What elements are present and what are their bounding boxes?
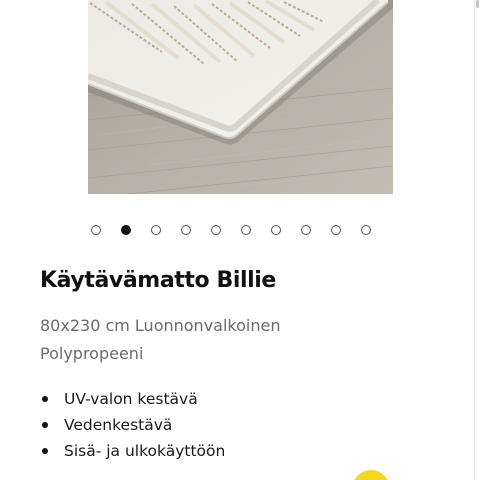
feature-label: Sisä- ja ulkokäyttöön	[64, 442, 226, 460]
feature-item: UV-valon kestävä	[40, 386, 225, 412]
gallery-dot[interactable]	[271, 225, 281, 235]
gallery-dot[interactable]	[181, 225, 191, 235]
bullet-icon	[42, 422, 48, 428]
gallery-dot[interactable]	[121, 225, 131, 235]
gallery-dot[interactable]	[91, 225, 101, 235]
feature-list: UV-valon kestävä Vedenkestävä Sisä- ja ulk…	[40, 386, 225, 464]
feature-item: Vedenkestävä	[40, 412, 225, 438]
feature-label: Vedenkestävä	[64, 416, 173, 434]
scrollbar-thumb[interactable]	[476, 0, 479, 8]
gallery-dot[interactable]	[211, 225, 221, 235]
gallery-dot[interactable]	[241, 225, 251, 235]
rug-photo	[88, 0, 393, 194]
product-image[interactable]	[88, 0, 393, 194]
feature-item: Sisä- ja ulkokäyttöön	[40, 438, 225, 464]
chat-button[interactable]	[352, 470, 390, 480]
product-subtitle: 80x230 cm Luonnonvalkoinen Polypropeeni	[40, 316, 281, 363]
gallery-dot[interactable]	[301, 225, 311, 235]
product-page: Käytävämatto Billie 80x230 cm Luonnonval…	[0, 0, 480, 480]
feature-label: UV-valon kestävä	[64, 390, 198, 408]
bullet-icon	[42, 448, 48, 454]
bullet-icon	[42, 396, 48, 402]
gallery-pagination	[91, 225, 371, 235]
gallery-dot[interactable]	[361, 225, 371, 235]
gallery-dot[interactable]	[331, 225, 341, 235]
gallery-dot[interactable]	[151, 225, 161, 235]
product-title: Käytävämatto Billie	[40, 268, 276, 293]
scrollbar-track	[474, 0, 475, 480]
